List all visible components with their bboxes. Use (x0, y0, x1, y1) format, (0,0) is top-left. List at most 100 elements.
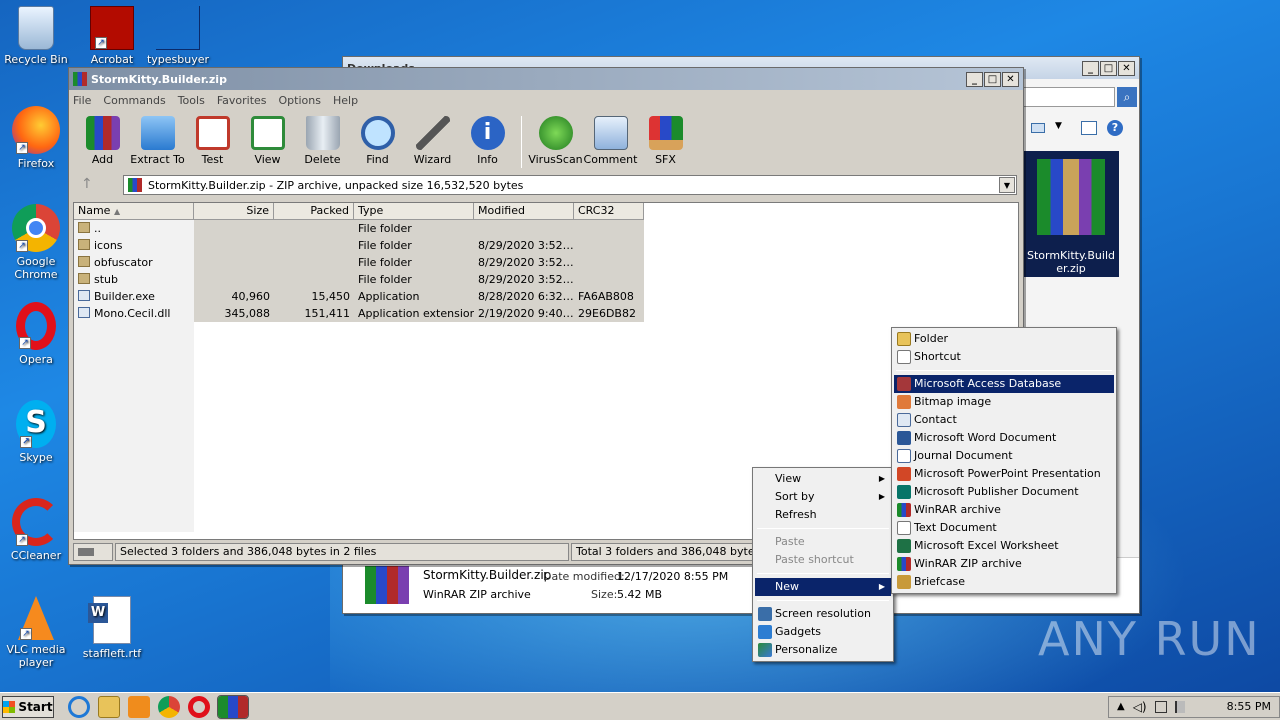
close-button[interactable]: ✕ (1118, 60, 1135, 76)
view-button[interactable]: View (240, 116, 295, 166)
virusscan-button[interactable]: VirusScan (528, 116, 583, 166)
table-row[interactable]: .. File folder (74, 220, 1018, 237)
desktop-icon-skype[interactable]: S ↗ Skype (0, 400, 72, 464)
new-item-bitmap-image[interactable]: Bitmap image (894, 393, 1114, 411)
col-size[interactable]: Size (194, 203, 274, 219)
desktop-icon-typesbuyer[interactable]: typesbuyer (142, 6, 214, 66)
start-button[interactable]: Start (2, 695, 54, 718)
desktop-icon-chrome[interactable]: ↗ Google Chrome (0, 204, 72, 281)
new-item-microsoft-excel-worksheet[interactable]: Microsoft Excel Worksheet (894, 537, 1114, 555)
table-row[interactable]: Mono.Cecil.dll 345,088 151,411 Application … (74, 305, 1018, 322)
menu-item-label: WinRAR archive (914, 503, 1001, 516)
search-icon[interactable]: ⌕ (1117, 87, 1137, 107)
preview-pane-icon[interactable] (1081, 121, 1097, 135)
menu-item-personalize[interactable]: Personalize (755, 641, 891, 659)
show-hidden-icons-icon[interactable]: ▲ (1117, 701, 1125, 712)
cell-name: icons (94, 239, 123, 252)
archive-path-field[interactable]: StormKitty.Builder.zip - ZIP archive, un… (123, 175, 1017, 195)
sfx-button[interactable]: SFX (638, 116, 693, 166)
new-item-microsoft-word-document[interactable]: Microsoft Word Document (894, 429, 1114, 447)
menu-tools[interactable]: Tools (178, 94, 205, 107)
desktop-icon-ccleaner[interactable]: ↗ CCleaner (0, 498, 72, 562)
new-item-winrar-archive[interactable]: WinRAR archive (894, 501, 1114, 519)
winrar-toolbar: Add Extract To Test View Delete Find Wiz… (69, 110, 1023, 172)
comment-button[interactable]: Comment (583, 116, 638, 166)
menu-item-refresh[interactable]: Refresh (755, 506, 891, 524)
delete-button[interactable]: Delete (295, 116, 350, 166)
winrar-taskbar-icon[interactable] (217, 694, 249, 719)
menu-help[interactable]: Help (333, 94, 358, 107)
opera-taskbar-icon[interactable] (188, 695, 210, 718)
zip-file-icon (365, 566, 409, 604)
menu-item-new[interactable]: New ▶ (755, 578, 891, 596)
col-modified[interactable]: Modified (474, 203, 574, 219)
minimize-button[interactable]: _ (966, 71, 983, 87)
menu-item-label: Briefcase (914, 575, 966, 588)
menu-options[interactable]: Options (279, 94, 321, 107)
menu-commands[interactable]: Commands (103, 94, 165, 107)
menu-file[interactable]: File (73, 94, 91, 107)
col-crc32[interactable]: CRC32 (574, 203, 644, 219)
new-item-shortcut[interactable]: Shortcut (894, 348, 1114, 366)
desktop-icon-opera[interactable]: ↗ Opera (0, 302, 72, 366)
extract-to-button[interactable]: Extract To (130, 116, 185, 166)
network-icon[interactable] (1154, 700, 1167, 713)
menu-item-screen-resolution[interactable]: Screen resolution (755, 605, 891, 623)
comment-label: Comment (583, 153, 638, 166)
menu-item-gadgets[interactable]: Gadgets (755, 623, 891, 641)
desktop-icon-staffleft[interactable]: W staffleft.rtf (76, 596, 148, 660)
view-options-icon[interactable] (1031, 123, 1045, 133)
desktop-icon-acrobat[interactable]: ↗ Acrobat (76, 6, 148, 66)
new-item-microsoft-powerpoint-presentation[interactable]: Microsoft PowerPoint Presentation (894, 465, 1114, 483)
table-row[interactable]: stub File folder 8/29/2020 3:52… (74, 271, 1018, 288)
flag-icon[interactable] (1174, 700, 1185, 713)
minimize-button[interactable]: _ (1082, 60, 1099, 76)
new-item-microsoft-publisher-document[interactable]: Microsoft Publisher Document (894, 483, 1114, 501)
add-button[interactable]: Add (75, 116, 130, 166)
chevron-down-icon[interactable]: ▼ (999, 177, 1015, 193)
file-explorer-icon[interactable] (98, 695, 120, 718)
menu-favorites[interactable]: Favorites (217, 94, 267, 107)
table-row[interactable]: Builder.exe 40,960 15,450 Application 8/28/2… (74, 288, 1018, 305)
chrome-taskbar-icon[interactable] (158, 695, 180, 718)
desktop-icon-recycle-bin[interactable]: Recycle Bin (0, 6, 72, 66)
maximize-button[interactable]: □ (984, 71, 1001, 87)
new-item-journal-document[interactable]: Journal Document (894, 447, 1114, 465)
view-label: View (254, 153, 281, 166)
new-item-briefcase[interactable]: Briefcase (894, 573, 1114, 591)
col-packed[interactable]: Packed (274, 203, 354, 219)
help-icon[interactable]: ? (1107, 120, 1123, 136)
desktop-icon-vlc[interactable]: ↗ VLC media player (0, 596, 72, 669)
anyrun-watermark: ANY RUN (1038, 612, 1261, 666)
wizard-button[interactable]: Wizard (405, 116, 460, 166)
winrar-titlebar[interactable]: StormKitty.Builder.zip _ □ ✕ (69, 68, 1023, 90)
table-row[interactable]: icons File folder 8/29/2020 3:52… (74, 237, 1018, 254)
find-button[interactable]: Find (350, 116, 405, 166)
close-button[interactable]: ✕ (1002, 71, 1019, 87)
new-item-folder[interactable]: Folder (894, 330, 1114, 348)
new-item-text-document[interactable]: Text Document (894, 519, 1114, 537)
internet-explorer-icon[interactable] (68, 695, 90, 718)
menu-item-sort-by[interactable]: Sort by ▶ (755, 488, 891, 506)
col-name[interactable]: Name ▲ (74, 203, 194, 219)
volume-icon[interactable]: ◁) (1133, 700, 1147, 714)
test-button[interactable]: Test (185, 116, 240, 166)
table-row[interactable]: obfuscator File folder 8/29/2020 3:52… (74, 254, 1018, 271)
clock[interactable]: 8:55 PM (1227, 700, 1271, 713)
col-type[interactable]: Type (354, 203, 474, 219)
info-button[interactable]: i Info (460, 116, 515, 166)
extract-folder-icon (140, 116, 175, 150)
chevron-down-icon[interactable]: ▼ (1055, 121, 1062, 131)
folder-icon (78, 256, 90, 267)
new-item-winrar-zip-archive[interactable]: WinRAR ZIP archive (894, 555, 1114, 573)
new-item-microsoft-access-database[interactable]: Microsoft Access Database (894, 375, 1114, 393)
menu-item-view[interactable]: View ▶ (755, 470, 891, 488)
submenu-arrow-icon: ▶ (878, 474, 885, 483)
taskbar: Start ▲ ◁) 8:55 PM (0, 692, 1280, 720)
explorer-search-box[interactable] (1023, 87, 1115, 107)
maximize-button[interactable]: □ (1100, 60, 1117, 76)
up-arrow-icon[interactable]: ↑ (81, 176, 93, 192)
media-player-icon[interactable] (128, 695, 150, 718)
desktop-icon-firefox[interactable]: ↗ Firefox (0, 106, 72, 170)
new-item-contact[interactable]: Contact (894, 411, 1114, 429)
